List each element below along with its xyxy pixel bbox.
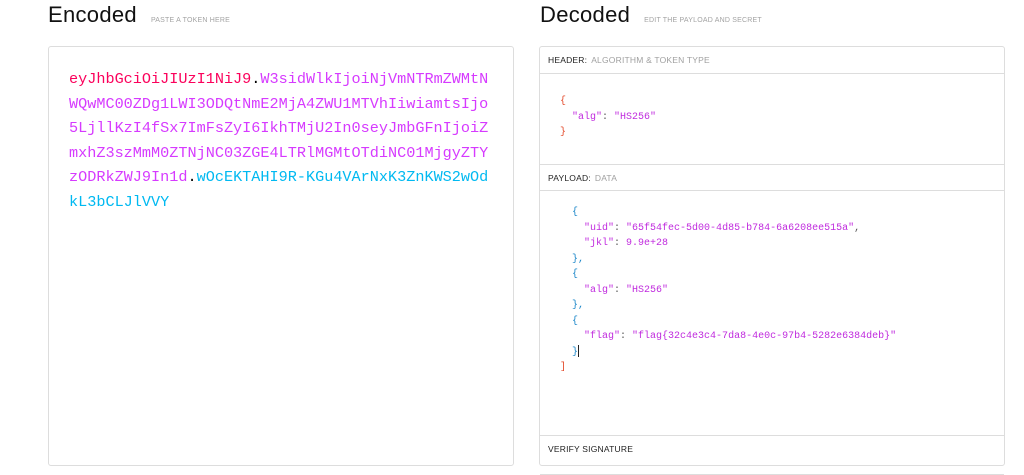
token-header-part: eyJhbGciOiJIUzI1NiJ9 — [69, 70, 252, 88]
verify-label: VERIFY SIGNATURE — [548, 444, 634, 454]
header-label: HEADER: — [548, 55, 588, 65]
payload-section-heading: PAYLOAD: DATA — [540, 164, 1004, 191]
encoded-section-title: Encoded PASTE A TOKEN HERE — [48, 2, 230, 28]
json-brace: { — [572, 315, 579, 327]
json-value: "HS256" — [626, 284, 669, 296]
payload-label: PAYLOAD: — [548, 172, 591, 183]
json-value: 9.9e+28 — [626, 238, 669, 249]
json-brace: }, — [572, 300, 585, 311]
token-dot-separator: . — [187, 168, 197, 186]
header-json-editor[interactable]: { "alg": "HS256" } — [560, 94, 656, 141]
json-key: "flag" — [584, 331, 621, 342]
json-key: "alg" — [584, 284, 615, 296]
json-value: "HS256" — [614, 111, 657, 123]
json-key: "jkl" — [584, 238, 615, 249]
json-brace: { — [572, 269, 579, 280]
encoded-title: Encoded — [48, 2, 137, 27]
json-key: "alg" — [572, 111, 603, 123]
header-sublabel: ALGORITHM & TOKEN TYPE — [591, 55, 710, 65]
json-brace: { — [572, 207, 579, 218]
decoded-panel: HEADER: ALGORITHM & TOKEN TYPE { "alg": … — [539, 46, 1005, 475]
verify-signature-heading: VERIFY SIGNATURE — [540, 435, 1004, 475]
json-value: "65f54fec-5d00-4d85-b784-6a6208ee515a" — [626, 222, 855, 234]
json-brace: { — [560, 96, 567, 107]
json-key: "uid" — [584, 222, 615, 234]
text-cursor — [578, 344, 580, 357]
json-value: "flag{32c4e3c4-7da8-4e0c-97b4-5282e6384d… — [632, 331, 897, 342]
encoded-token-text[interactable]: eyJhbGciOiJIUzI1NiJ9.W3sidWlkIjoiNjVmNTR… — [69, 67, 489, 214]
encoded-subtitle: PASTE A TOKEN HERE — [150, 17, 231, 24]
json-bracket: ] — [560, 362, 567, 373]
json-brace: }, — [572, 253, 585, 265]
decoded-section-title: Decoded EDIT THE PAYLOAD AND SECRET — [540, 2, 762, 28]
decoded-subtitle: EDIT THE PAYLOAD AND SECRET — [644, 17, 762, 24]
payload-sublabel: DATA — [594, 172, 618, 183]
decoded-title: Decoded — [540, 2, 631, 27]
header-section-heading: HEADER: ALGORITHM & TOKEN TYPE — [540, 47, 1004, 74]
encoded-token-editor[interactable]: eyJhbGciOiJIUzI1NiJ9.W3sidWlkIjoiNjVmNTR… — [48, 46, 514, 466]
json-brace: } — [560, 127, 567, 138]
payload-json-editor[interactable]: { "uid": "65f54fec-5d00-4d85-b784-6a6208… — [560, 205, 896, 376]
